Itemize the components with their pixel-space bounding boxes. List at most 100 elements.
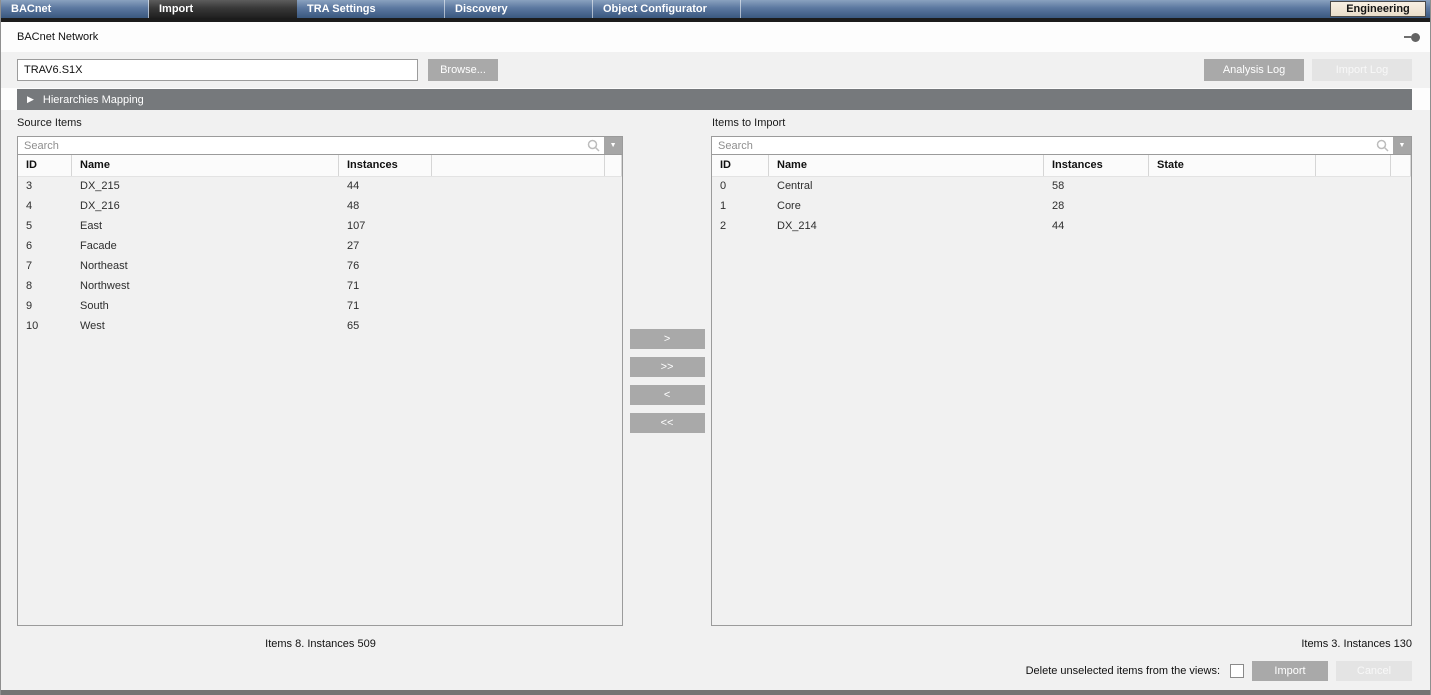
expand-arrow-icon[interactable]: ▶ xyxy=(27,94,34,105)
table-row[interactable]: 2DX_21444 xyxy=(712,217,1411,237)
table-cell xyxy=(1316,197,1391,217)
table-cell: DX_214 xyxy=(769,217,1044,237)
table-cell xyxy=(432,277,605,297)
table-cell xyxy=(1391,217,1411,237)
table-cell: 7 xyxy=(18,257,72,277)
analysis-log-button[interactable]: Analysis Log xyxy=(1204,59,1304,81)
table-row[interactable]: 10West65 xyxy=(18,317,622,337)
table-row[interactable]: 0Central58 xyxy=(712,177,1411,197)
source-search-input[interactable] xyxy=(18,137,622,154)
source-items-summary: Items 8. Instances 509 xyxy=(17,638,624,650)
import-table-header[interactable]: IDNameInstancesState xyxy=(712,155,1411,177)
source-table-header[interactable]: IDNameInstances xyxy=(18,155,622,177)
table-cell xyxy=(1391,197,1411,217)
table-cell: Facade xyxy=(72,237,339,257)
table-cell xyxy=(605,217,622,237)
tab-import[interactable]: Import xyxy=(149,0,297,18)
column-header[interactable] xyxy=(605,155,622,176)
table-cell xyxy=(432,177,605,197)
page-title: BACnet Network xyxy=(17,31,98,43)
table-row[interactable]: 7Northeast76 xyxy=(18,257,622,277)
column-header-instances[interactable]: Instances xyxy=(339,155,432,176)
table-row[interactable]: 6Facade27 xyxy=(18,237,622,257)
table-cell: 27 xyxy=(339,237,432,257)
import-search-filter-dropdown[interactable]: ▼ xyxy=(1393,137,1411,154)
source-search-filter-dropdown[interactable]: ▼ xyxy=(604,137,622,154)
column-header-id[interactable]: ID xyxy=(18,155,72,176)
move-all-right-button[interactable]: >> xyxy=(630,357,705,377)
search-icon xyxy=(587,139,600,152)
column-header-instances[interactable]: Instances xyxy=(1044,155,1149,176)
tab-tra-settings[interactable]: TRA Settings xyxy=(297,0,445,18)
move-left-button[interactable]: < xyxy=(630,385,705,405)
table-row[interactable]: 5East107 xyxy=(18,217,622,237)
move-all-left-button[interactable]: << xyxy=(630,413,705,433)
items-to-import-panel: ▼ IDNameInstancesState 0Central581Core28… xyxy=(711,136,1412,626)
table-cell xyxy=(1316,177,1391,197)
column-header[interactable] xyxy=(432,155,605,176)
delete-unselected-checkbox[interactable] xyxy=(1230,664,1244,678)
table-cell: Northwest xyxy=(72,277,339,297)
table-row[interactable]: 9South71 xyxy=(18,297,622,317)
window-bottom-edge xyxy=(1,690,1430,695)
engineering-mode-button[interactable]: Engineering xyxy=(1330,1,1426,17)
import-items-summary: Items 3. Instances 130 xyxy=(712,638,1412,650)
table-cell: 10 xyxy=(18,317,72,337)
import-button[interactable]: Import xyxy=(1252,661,1328,681)
browse-button[interactable]: Browse... xyxy=(428,59,498,81)
table-cell: East xyxy=(72,217,339,237)
table-cell: 1 xyxy=(712,197,769,217)
import-log-button[interactable]: Import Log xyxy=(1312,59,1412,81)
move-right-button[interactable]: > xyxy=(630,329,705,349)
table-cell: 6 xyxy=(18,237,72,257)
tab-object-configurator[interactable]: Object Configurator xyxy=(593,0,741,18)
table-row[interactable]: 3DX_21544 xyxy=(18,177,622,197)
table-cell: 9 xyxy=(18,297,72,317)
table-cell: DX_216 xyxy=(72,197,339,217)
table-cell xyxy=(1149,217,1316,237)
table-cell: Northeast xyxy=(72,257,339,277)
import-panel-title: Items to Import xyxy=(712,117,1412,129)
table-cell xyxy=(605,237,622,257)
table-row[interactable]: 8Northwest71 xyxy=(18,277,622,297)
transfer-button-group: >>><<< xyxy=(623,136,711,626)
tab-bacnet[interactable]: BACnet xyxy=(1,0,149,18)
table-cell: DX_215 xyxy=(72,177,339,197)
source-file-input[interactable] xyxy=(17,59,418,81)
tab-discovery[interactable]: Discovery xyxy=(445,0,593,18)
delete-unselected-label: Delete unselected items from the views: xyxy=(1026,665,1220,677)
table-cell xyxy=(1149,177,1316,197)
table-cell xyxy=(432,237,605,257)
table-cell: 44 xyxy=(1044,217,1149,237)
tab-bar: BACnetImportTRA SettingsDiscoveryObject … xyxy=(1,0,1430,18)
table-row[interactable]: 1Core28 xyxy=(712,197,1411,217)
column-header-state[interactable]: State xyxy=(1149,155,1316,176)
column-header-name[interactable]: Name xyxy=(769,155,1044,176)
table-cell: 71 xyxy=(339,297,432,317)
cancel-button[interactable]: Cancel xyxy=(1336,661,1412,681)
column-header[interactable] xyxy=(1316,155,1391,176)
table-cell xyxy=(605,197,622,217)
table-cell xyxy=(605,297,622,317)
column-header-name[interactable]: Name xyxy=(72,155,339,176)
hierarchies-mapping-expander[interactable]: ▶ Hierarchies Mapping xyxy=(17,89,1412,110)
table-cell: 4 xyxy=(18,197,72,217)
hierarchies-mapping-label: Hierarchies Mapping xyxy=(43,94,144,106)
main-content: Source Items Items to Import ▼ IDNameIns… xyxy=(1,110,1430,690)
column-header[interactable] xyxy=(1391,155,1411,176)
column-header-id[interactable]: ID xyxy=(712,155,769,176)
table-cell: 58 xyxy=(1044,177,1149,197)
table-cell: 8 xyxy=(18,277,72,297)
table-cell xyxy=(432,317,605,337)
table-cell xyxy=(432,297,605,317)
table-cell: 3 xyxy=(18,177,72,197)
table-row[interactable]: 4DX_21648 xyxy=(18,197,622,217)
table-cell xyxy=(1149,197,1316,217)
page-header: BACnet Network xyxy=(1,22,1430,52)
table-cell: 0 xyxy=(712,177,769,197)
search-icon xyxy=(1376,139,1389,152)
import-search-input[interactable] xyxy=(712,137,1411,154)
footer-actions: Delete unselected items from the views: … xyxy=(17,661,1412,681)
table-cell: 2 xyxy=(712,217,769,237)
pin-icon[interactable] xyxy=(1404,33,1420,42)
